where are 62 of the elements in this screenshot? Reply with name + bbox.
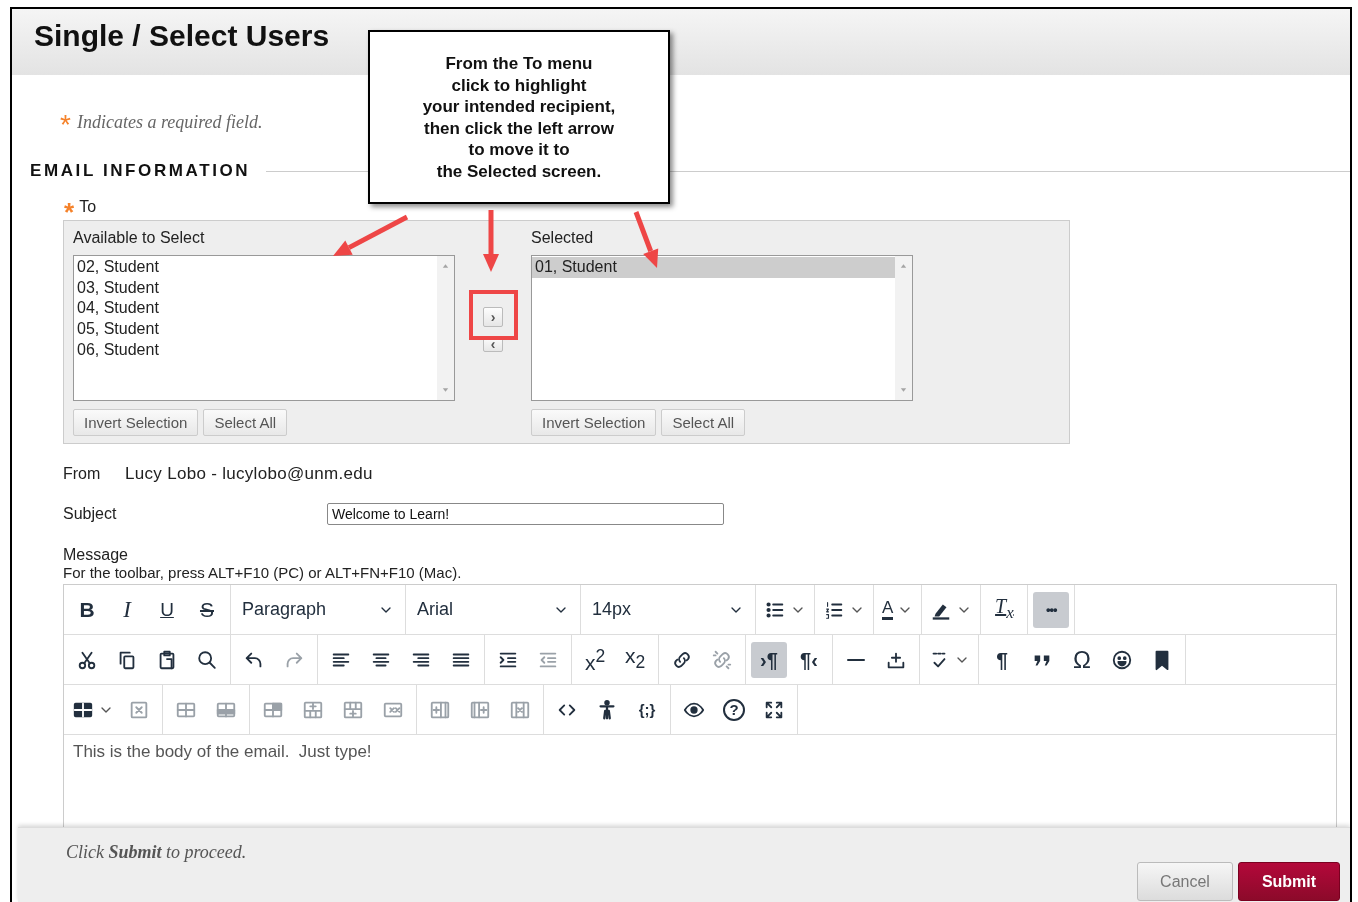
text-color-button[interactable]: A — [879, 591, 917, 628]
ltr-button[interactable]: ›¶ — [751, 641, 787, 678]
scroll-up-icon — [899, 262, 908, 269]
recipient-list[interactable]: 01, Student — [531, 255, 913, 401]
underline-button[interactable]: U — [149, 591, 185, 628]
font-size-select[interactable]: 14px — [586, 591, 750, 628]
required-note: Indicates a required field. — [76, 111, 263, 133]
field-label: From — [63, 465, 102, 483]
bold-button[interactable]: B — [69, 591, 105, 628]
broken-link-icon — [711, 648, 733, 671]
accessibility-icon — [596, 698, 618, 721]
field-label: Message — [63, 545, 128, 564]
field-label: Subject — [63, 505, 118, 523]
rtl-button[interactable]: ¶‹ — [791, 641, 827, 678]
list-option[interactable]: 01, Student — [532, 257, 895, 278]
font-family-select[interactable]: Arial — [411, 591, 575, 628]
block-format-select[interactable]: Paragraph — [236, 591, 400, 628]
select-all-button[interactable]: Select All — [661, 409, 746, 436]
list-label: Available to Select — [73, 228, 206, 248]
field-label: To — [79, 198, 97, 216]
superscript-button[interactable]: x$^{2}$ — [577, 641, 613, 678]
help-button[interactable]: ? — [716, 691, 752, 728]
subject-field[interactable]: Welcome to Learn! — [327, 503, 724, 525]
smiley-icon — [1111, 648, 1133, 671]
list-option[interactable]: 04, Student — [74, 298, 437, 320]
horizontal-line-icon — [847, 657, 865, 662]
scroll-down-icon — [899, 387, 908, 394]
list-option[interactable]: 06, Student — [74, 339, 437, 361]
callout-box: From the To menu click to highlight your intended recipient, then click the left arrow to move it to the Selected screen. — [368, 30, 670, 204]
pointer-arrow — [483, 210, 499, 272]
submit-button[interactable]: Submit — [1238, 862, 1340, 901]
invert-selection-button[interactable]: Invert Selection — [531, 409, 657, 436]
list-label: Selected — [531, 228, 595, 248]
cancel-button[interactable]: Cancel — [1137, 862, 1233, 901]
list-option[interactable]: 05, Student — [74, 319, 437, 340]
search-icon — [196, 648, 218, 671]
code-sample-button[interactable]: {;} — [629, 691, 665, 728]
invert-selection-button[interactable]: Invert Selection — [73, 409, 199, 436]
highlight-frame — [469, 290, 518, 340]
recipient-list[interactable]: 02, Student 03, Student 04, Student 05, Student 06, Student — [73, 255, 455, 401]
section-heading: EMAIL INFORMATION — [30, 161, 251, 181]
paragraph-mark-button[interactable]: ¶ — [984, 641, 1020, 678]
subscript-button[interactable]: x$_{2}$ — [617, 641, 653, 678]
toolbar-hint: For the toolbar, press ALT+F10 (PC) or ALT+FN+F10 (Mac). — [63, 564, 463, 582]
sender-text: Lucy Lobo - lucylobo@unm.edu — [125, 464, 373, 484]
message-body[interactable]: This is the body of the email. Just type! — [64, 735, 1336, 769]
scroll-down-icon — [441, 387, 450, 394]
page-title: Single / Select Users — [34, 18, 330, 54]
scroll-up-icon — [441, 262, 450, 269]
clear-format-button[interactable]: T$_{x}$ — [986, 591, 1023, 628]
special-character-button[interactable]: Ω — [1064, 641, 1100, 678]
strikethrough-button[interactable]: S — [189, 591, 225, 628]
pointer-arrow — [633, 211, 659, 268]
list-option[interactable]: 03, Student — [74, 277, 437, 299]
italic-button[interactable]: I — [109, 591, 145, 628]
required-asterisk: * — [60, 111, 71, 139]
more-button[interactable]: ••• — [1033, 591, 1070, 628]
move-right-button[interactable]: › — [483, 307, 503, 327]
list-option[interactable]: 02, Student — [74, 257, 437, 278]
required-asterisk: * — [64, 201, 75, 222]
instruction-text: Click Submit to proceed. — [66, 842, 247, 863]
select-all-button[interactable]: Select All — [203, 409, 288, 436]
